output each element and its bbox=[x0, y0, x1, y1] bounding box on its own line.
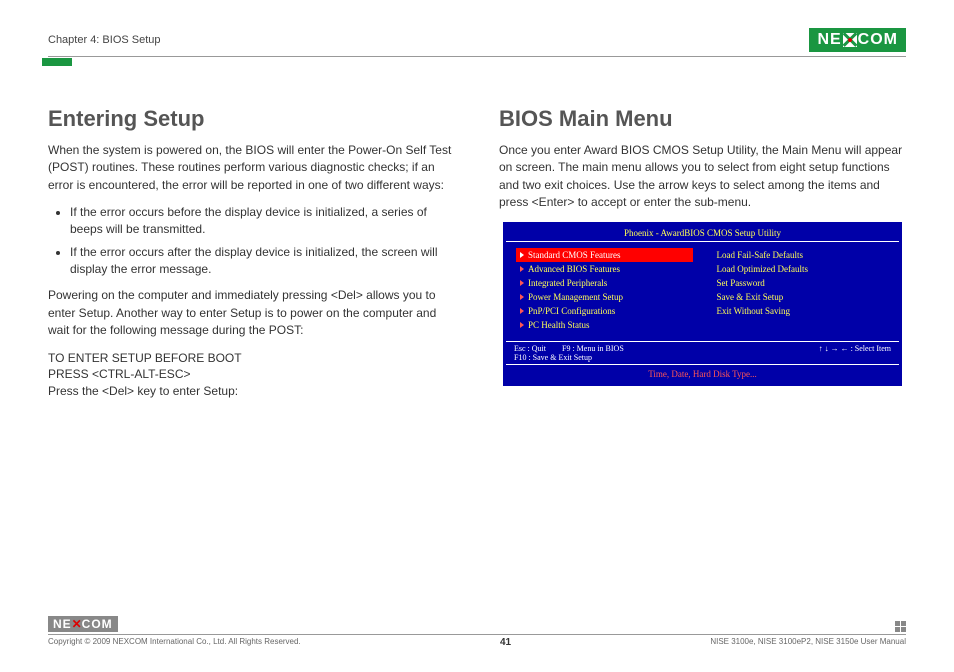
bullet-1: If the error occurs before the display d… bbox=[70, 204, 455, 238]
line-2: PRESS <CTRL-ALT-ESC> bbox=[48, 366, 455, 383]
bios-help-bar: Esc : Quit F9 : Menu in BIOS F10 : Save … bbox=[506, 342, 899, 365]
bios-item-fail-safe: Load Fail-Safe Defaults bbox=[713, 248, 890, 262]
bios-item-advanced: Advanced BIOS Features bbox=[516, 262, 693, 276]
tab-marker bbox=[42, 58, 72, 66]
bios-footer-hint: Time, Date, Hard Disk Type... bbox=[506, 365, 899, 383]
bios-item-pc-health: PC Health Status bbox=[516, 318, 693, 332]
footer-logo: NE ✕ COM bbox=[48, 616, 118, 632]
bios-item-power-mgmt: Power Management Setup bbox=[516, 290, 693, 304]
bios-title: Phoenix - AwardBIOS CMOS Setup Utility bbox=[506, 225, 899, 242]
heading-entering-setup: Entering Setup bbox=[48, 106, 455, 132]
copyright-text: Copyright © 2009 NEXCOM International Co… bbox=[48, 637, 301, 648]
line-3: Press the <Del> key to enter Setup: bbox=[48, 383, 455, 400]
para-bios-intro: Once you enter Award BIOS CMOS Setup Uti… bbox=[499, 142, 906, 212]
nexcom-logo: NE COM bbox=[809, 28, 906, 52]
error-bullet-list: If the error occurs before the display d… bbox=[70, 204, 455, 277]
bios-item-standard-cmos: Standard CMOS Features bbox=[516, 248, 693, 262]
triangle-icon bbox=[520, 294, 524, 300]
heading-bios-main-menu: BIOS Main Menu bbox=[499, 106, 906, 132]
page-header: Chapter 4: BIOS Setup NE COM bbox=[48, 28, 906, 57]
logo-text-com: COM bbox=[858, 31, 898, 49]
bios-item-exit-no-save: Exit Without Saving bbox=[713, 304, 890, 318]
chapter-title: Chapter 4: BIOS Setup bbox=[48, 34, 161, 46]
triangle-icon bbox=[520, 266, 524, 272]
triangle-icon bbox=[520, 308, 524, 314]
left-column: Entering Setup When the system is powere… bbox=[48, 106, 455, 400]
bios-item-set-password: Set Password bbox=[713, 276, 890, 290]
triangle-icon bbox=[520, 322, 524, 328]
bios-item-pnp-pci: PnP/PCI Configurations bbox=[516, 304, 693, 318]
bios-help-arrows: ↑ ↓ → ← : Select Item bbox=[819, 344, 891, 362]
right-column: BIOS Main Menu Once you enter Award BIOS… bbox=[499, 106, 906, 400]
bullet-2: If the error occurs after the display de… bbox=[70, 244, 455, 278]
logo-text-ne: NE bbox=[817, 31, 841, 49]
footer-squares-icon bbox=[895, 621, 906, 632]
bios-right-col: Load Fail-Safe Defaults Load Optimized D… bbox=[703, 248, 900, 335]
line-1: TO ENTER SETUP BEFORE BOOT bbox=[48, 350, 455, 367]
bios-screenshot: Phoenix - AwardBIOS CMOS Setup Utility S… bbox=[503, 222, 902, 386]
page-footer: NE ✕ COM Copyright © 2009 NEXCOM Interna… bbox=[48, 616, 906, 648]
bios-item-optimized: Load Optimized Defaults bbox=[713, 262, 890, 276]
logo-x-icon bbox=[843, 33, 857, 47]
manual-title: NISE 3100e, NISE 3100eP2, NISE 3150e Use… bbox=[710, 637, 906, 648]
bios-item-save-exit: Save & Exit Setup bbox=[713, 290, 890, 304]
page-number: 41 bbox=[500, 637, 511, 648]
bios-item-integrated: Integrated Peripherals bbox=[516, 276, 693, 290]
bios-left-col: Standard CMOS Features Advanced BIOS Fea… bbox=[506, 248, 703, 335]
triangle-icon bbox=[520, 252, 524, 258]
enter-setup-block: TO ENTER SETUP BEFORE BOOT PRESS <CTRL-A… bbox=[48, 350, 455, 400]
triangle-icon bbox=[520, 280, 524, 286]
para-powering: Powering on the computer and immediately… bbox=[48, 287, 455, 339]
para-intro: When the system is powered on, the BIOS … bbox=[48, 142, 455, 194]
